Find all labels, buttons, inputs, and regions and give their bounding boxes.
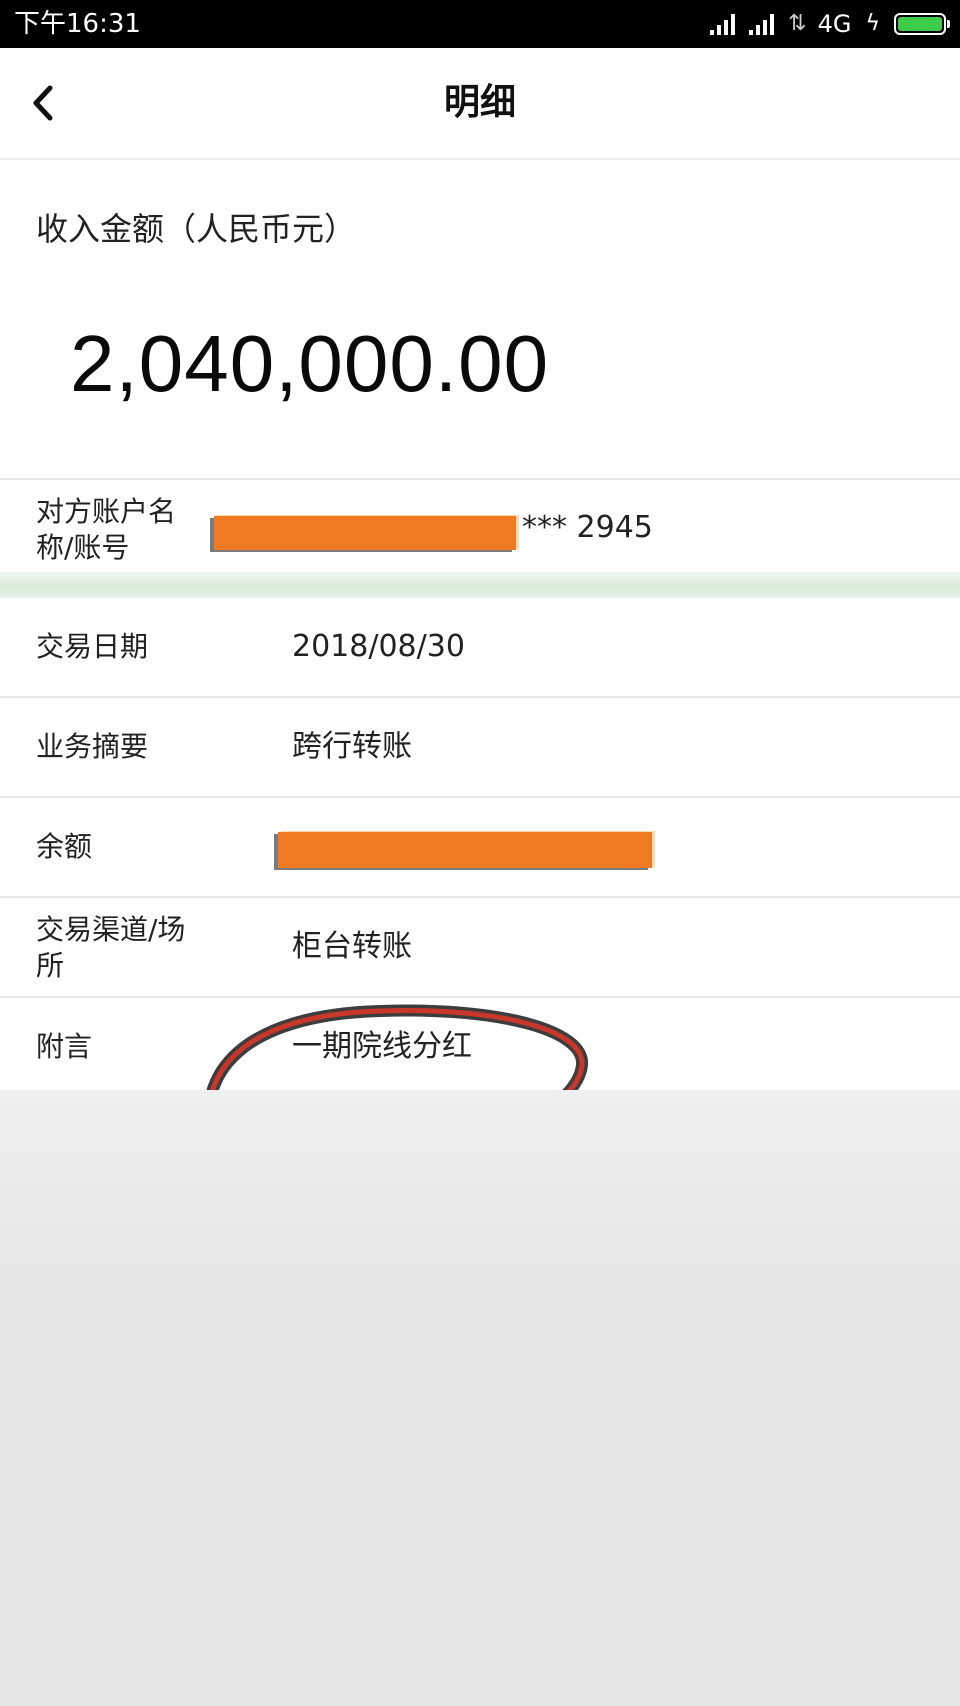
status-bar: 下午16:31 ⇅ 4G ϟ [0, 0, 960, 48]
balance-redaction [278, 832, 652, 868]
app-header: 明细 [0, 48, 960, 160]
channel-label: 交易渠道/场 所 [36, 912, 185, 984]
account-label: 对方账户名 称/账号 [36, 494, 176, 566]
summary-value: 跨行转账 [292, 729, 412, 764]
channel-label-line1: 交易渠道/场 [36, 913, 186, 946]
signal-icon [710, 13, 736, 35]
account-label-line2: 称/账号 [36, 531, 130, 564]
empty-background [0, 1090, 960, 1706]
amount-label: 收入金额（人民币元） [36, 210, 357, 248]
status-icons: ⇅ 4G ϟ [710, 0, 950, 48]
channel-label-line2: 所 [36, 949, 65, 982]
section-divider [0, 572, 960, 598]
account-redaction [214, 516, 516, 550]
amount-value: 2,040,000.00 [70, 319, 550, 408]
detail-row-date: 交易日期 2018/08/30 [0, 598, 960, 698]
network-type: 4G [817, 10, 852, 38]
status-time: 下午16:31 [14, 9, 141, 39]
battery-icon [894, 13, 950, 35]
charging-icon: ϟ [865, 11, 880, 36]
detail-row-balance: 余额 [0, 798, 960, 898]
data-transfer-icon: ⇅ [788, 11, 807, 36]
date-value: 2018/08/30 [292, 629, 465, 664]
remark-value: 一期院线分红 [292, 1029, 472, 1064]
balance-label: 余额 [36, 830, 93, 863]
account-row: 对方账户名 称/账号 *** 2945 [0, 480, 960, 572]
account-number-suffix: *** 2945 [522, 510, 653, 545]
detail-row-remark: 附言 一期院线分红 [0, 998, 960, 1096]
page-title: 明细 [443, 82, 516, 123]
date-label: 交易日期 [36, 630, 149, 663]
channel-value: 柜台转账 [292, 929, 412, 964]
signal-icon-2 [749, 13, 775, 35]
detail-list: 交易日期 2018/08/30 业务摘要 跨行转账 余额 交易渠道/场 所 柜台… [0, 598, 960, 1096]
amount-section: 收入金额（人民币元） 2,040,000.00 [0, 160, 960, 480]
account-label-line1: 对方账户名 [36, 495, 177, 528]
summary-label: 业务摘要 [36, 730, 149, 763]
remark-label: 附言 [36, 1030, 93, 1063]
detail-row-summary: 业务摘要 跨行转账 [0, 698, 960, 798]
detail-row-channel: 交易渠道/场 所 柜台转账 [0, 898, 960, 998]
